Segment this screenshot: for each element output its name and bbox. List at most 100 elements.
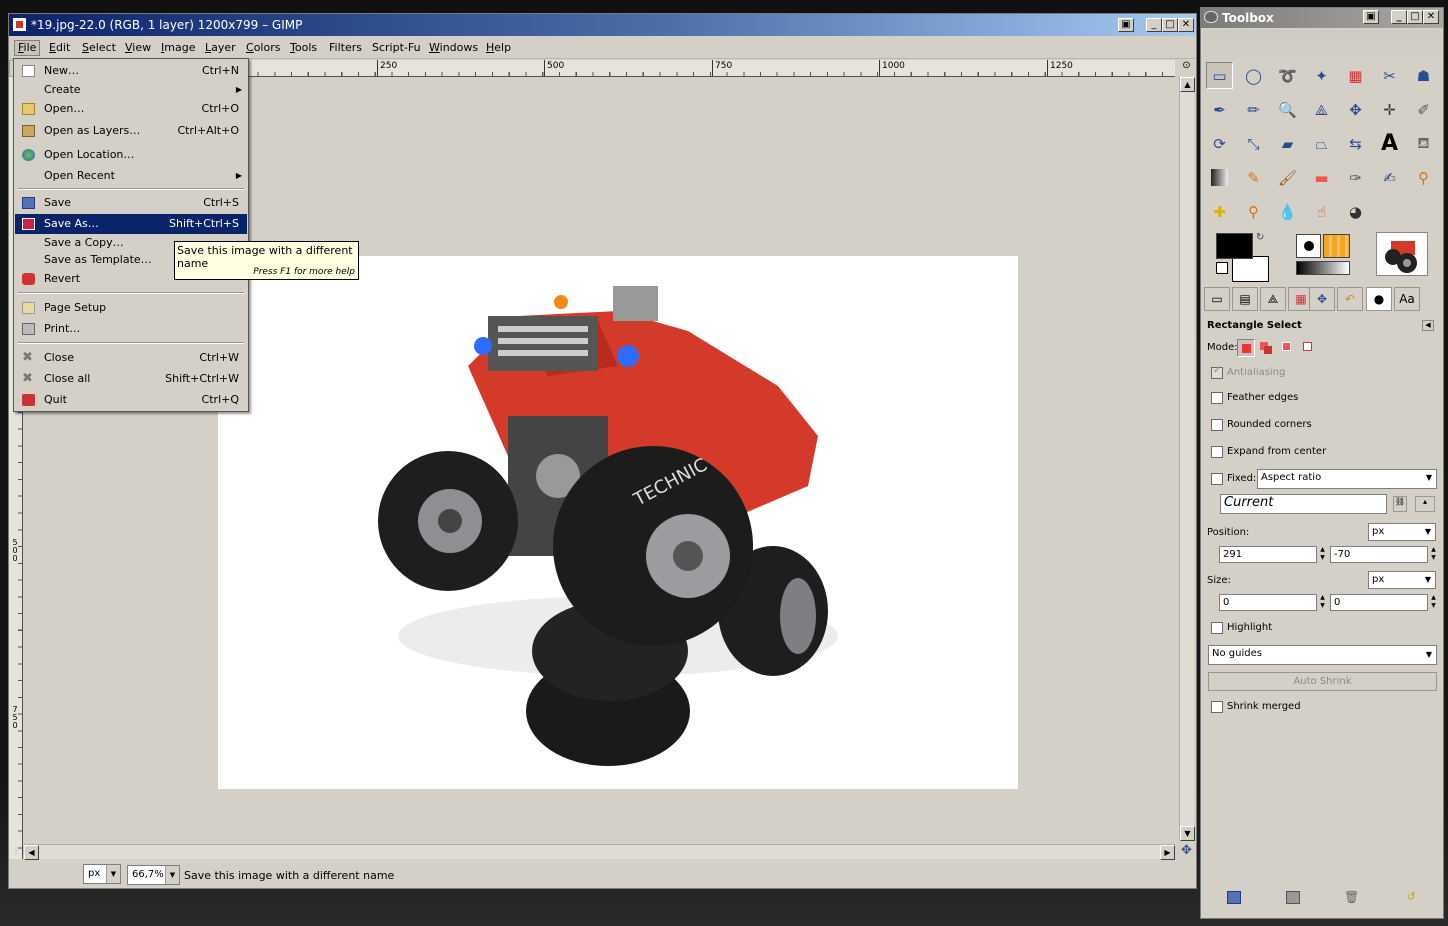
menu-view[interactable]: View bbox=[122, 41, 154, 55]
image-canvas[interactable]: TECHNIC bbox=[218, 256, 1018, 789]
menu-image[interactable]: Image bbox=[158, 41, 198, 55]
tab-paths[interactable]: ⟁ bbox=[1260, 287, 1286, 311]
menu-filters[interactable]: Filters bbox=[326, 41, 365, 55]
rotate-tool-icon[interactable]: ⟳ bbox=[1206, 130, 1233, 157]
dodge-burn-tool-icon[interactable]: ◕ bbox=[1342, 198, 1369, 225]
highlight-checkbox[interactable] bbox=[1211, 622, 1223, 634]
aspect-ratio-field[interactable]: Current bbox=[1220, 494, 1387, 514]
position-x-spinner[interactable]: ▲ ▼ bbox=[1318, 546, 1327, 563]
color-picker-tool-icon[interactable]: ✏ bbox=[1240, 96, 1267, 123]
blend-tool-icon[interactable] bbox=[1206, 164, 1233, 191]
lasso-tool-icon[interactable]: ➰ bbox=[1274, 62, 1301, 89]
wilber-drop-area[interactable] bbox=[1203, 30, 1441, 62]
menu-select[interactable]: Select bbox=[79, 41, 119, 55]
active-image-thumbnail[interactable] bbox=[1376, 232, 1428, 276]
scale-tool-icon[interactable]: ⤡ bbox=[1240, 130, 1267, 157]
save-options-icon[interactable] bbox=[1227, 891, 1241, 904]
toolbox-maximize-button[interactable]: □ bbox=[1407, 10, 1423, 24]
size-width-field[interactable]: 0 bbox=[1219, 594, 1317, 611]
chain-icon[interactable]: ⛓ bbox=[1393, 496, 1407, 512]
align-tool-icon[interactable]: ✛ bbox=[1376, 96, 1403, 123]
menu-file[interactable]: File bbox=[14, 40, 41, 56]
pattern-preview[interactable] bbox=[1323, 234, 1350, 258]
restore-options-icon[interactable] bbox=[1286, 891, 1300, 904]
foreground-select-tool-icon[interactable]: ☗ bbox=[1410, 62, 1437, 89]
mode-intersect-button[interactable] bbox=[1300, 339, 1318, 357]
scroll-down-arrow[interactable]: ▼ bbox=[1180, 826, 1195, 841]
navigate-icon[interactable]: ⊙ bbox=[1179, 60, 1194, 77]
fixed-checkbox[interactable] bbox=[1211, 473, 1223, 485]
crop-tool-icon[interactable]: ✐ bbox=[1410, 96, 1437, 123]
menu-item-new[interactable]: New… Ctrl+N bbox=[15, 61, 247, 81]
delete-options-icon[interactable]: 🗑 bbox=[1344, 890, 1359, 904]
bucket-fill-tool-icon[interactable]: ⛾ bbox=[1410, 130, 1437, 157]
guides-combo[interactable]: No guides ▼ bbox=[1208, 645, 1437, 665]
tab-fonts[interactable]: Aa bbox=[1394, 287, 1420, 311]
text-tool-icon[interactable]: A bbox=[1376, 130, 1403, 157]
shear-tool-icon[interactable]: ▰ bbox=[1274, 130, 1301, 157]
menu-colors[interactable]: Colors bbox=[243, 41, 283, 55]
clone-tool-icon[interactable]: ⚲ bbox=[1410, 164, 1437, 191]
pencil-tool-icon[interactable]: ✎ bbox=[1240, 164, 1267, 191]
size-width-spinner[interactable]: ▲ ▼ bbox=[1318, 594, 1327, 611]
navigation-move-icon[interactable]: ✥ bbox=[1179, 844, 1194, 859]
menu-item-open-location[interactable]: Open Location… bbox=[15, 145, 247, 165]
maximize-button[interactable]: □ bbox=[1162, 18, 1178, 32]
mode-add-button[interactable] bbox=[1258, 339, 1276, 357]
background-color-swatch[interactable] bbox=[1232, 256, 1269, 282]
blur-tool-icon[interactable]: 💧 bbox=[1274, 198, 1301, 225]
zoom-tool-icon[interactable]: 🔍 bbox=[1274, 96, 1301, 123]
swap-colors-icon[interactable]: ↻ bbox=[1256, 232, 1268, 244]
feather-edges-checkbox[interactable] bbox=[1211, 392, 1223, 404]
menu-item-quit[interactable]: Quit Ctrl+Q bbox=[15, 390, 247, 410]
size-height-spinner[interactable]: ▲ ▼ bbox=[1429, 594, 1438, 611]
tab-menu-icon[interactable]: ◀ bbox=[1422, 320, 1434, 331]
menu-help[interactable]: Help bbox=[483, 41, 514, 55]
eraser-tool-icon[interactable]: ▬ bbox=[1308, 164, 1335, 191]
menu-item-save[interactable]: Save Ctrl+S bbox=[15, 193, 247, 213]
position-unit-combo[interactable]: px ▼ bbox=[1368, 523, 1436, 541]
minimize-button[interactable]: _ bbox=[1146, 18, 1162, 32]
select-by-color-tool-icon[interactable]: ▦ bbox=[1342, 62, 1369, 89]
antialiasing-checkbox[interactable]: ✓ bbox=[1211, 365, 1223, 379]
close-window-button[interactable]: ✕ bbox=[1178, 18, 1194, 32]
position-y-spinner[interactable]: ▲ ▼ bbox=[1429, 546, 1438, 563]
tab-undo-history[interactable]: ↶ bbox=[1337, 287, 1363, 311]
perspective-clone-tool-icon[interactable]: ⚲ bbox=[1240, 198, 1267, 225]
tab-tool-options[interactable]: ▭ bbox=[1204, 287, 1230, 311]
brush-preview[interactable] bbox=[1296, 234, 1321, 258]
airbrush-tool-icon[interactable]: ✑ bbox=[1342, 164, 1369, 191]
menu-item-page-setup[interactable]: Page Setup bbox=[15, 298, 247, 318]
tab-brushes[interactable]: ● bbox=[1366, 287, 1392, 311]
vertical-scrollbar[interactable]: ▲ ▼ bbox=[1179, 77, 1195, 841]
unit-combo[interactable]: px ▼ bbox=[83, 864, 121, 884]
position-y-field[interactable]: -70 bbox=[1330, 546, 1428, 563]
menu-item-close-all[interactable]: ✖ Close all Shift+Ctrl+W bbox=[15, 369, 247, 389]
shrink-merged-checkbox[interactable] bbox=[1211, 701, 1223, 713]
scissors-tool-icon[interactable]: ✂ bbox=[1376, 62, 1403, 89]
size-unit-combo[interactable]: px ▼ bbox=[1368, 571, 1436, 589]
toolbox-minimize-button[interactable]: _ bbox=[1391, 10, 1407, 24]
ink-tool-icon[interactable]: ✍ bbox=[1376, 164, 1403, 191]
ellipse-select-tool-icon[interactable]: ◯ bbox=[1240, 62, 1267, 89]
position-x-field[interactable]: 291 bbox=[1219, 546, 1317, 563]
toolbox-close-button[interactable]: ✕ bbox=[1423, 10, 1439, 24]
mode-subtract-button[interactable] bbox=[1279, 339, 1297, 357]
paths-tool-icon[interactable]: ✒ bbox=[1206, 96, 1233, 123]
perspective-tool-icon[interactable]: ⏢ bbox=[1308, 130, 1335, 157]
tab-device-status[interactable]: ▤ bbox=[1232, 287, 1258, 311]
toolbox-titlebar[interactable]: Toolbox ▣ _ □ ✕ bbox=[1201, 8, 1443, 28]
size-height-field[interactable]: 0 bbox=[1330, 594, 1428, 611]
foreground-color-swatch[interactable] bbox=[1216, 233, 1253, 259]
menu-item-create[interactable]: Create ▶ bbox=[15, 80, 247, 100]
menu-item-save-as[interactable]: Save As… Shift+Ctrl+S bbox=[15, 214, 247, 234]
menu-item-open-recent[interactable]: Open Recent ▶ bbox=[15, 166, 247, 186]
gradient-preview[interactable] bbox=[1296, 261, 1350, 275]
horizontal-scrollbar[interactable]: ◀ ▶ bbox=[24, 844, 1175, 860]
menu-item-open[interactable]: Open… Ctrl+O bbox=[15, 99, 247, 119]
menu-item-print[interactable]: Print… bbox=[15, 319, 247, 339]
mode-replace-button[interactable] bbox=[1237, 339, 1255, 357]
toolbox-shade-button[interactable]: ▣ bbox=[1363, 10, 1379, 24]
menu-layer[interactable]: Layer bbox=[202, 41, 239, 55]
window-titlebar[interactable]: *19.jpg-22.0 (RGB, 1 layer) 1200x799 – G… bbox=[9, 14, 1196, 36]
